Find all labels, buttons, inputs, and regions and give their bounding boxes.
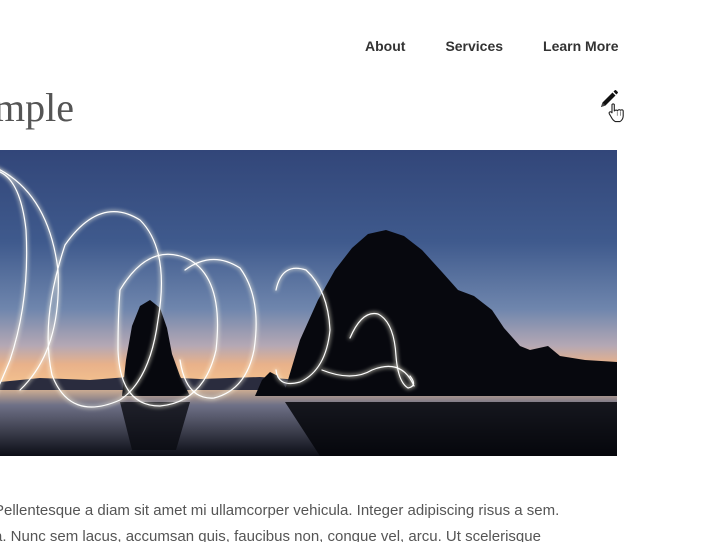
paragraph-line: Pellentesque a diam sit amet mi ullamcor… (0, 502, 560, 519)
nav-link-services[interactable]: Services (445, 37, 503, 55)
post-paragraph: Pellentesque a diam sit amet mi ullamcor… (0, 498, 634, 542)
page: About Services Learn More mple Pellentes… (0, 0, 713, 542)
main-nav: About Services Learn More (365, 37, 619, 55)
paragraph-line: a. Nunc sem lacus, accumsan quis, faucib… (0, 528, 541, 542)
nav-link-about[interactable]: About (365, 37, 405, 55)
post-title: mple (0, 85, 74, 130)
edit-post-button[interactable] (598, 90, 626, 124)
pencil-icon (601, 90, 618, 107)
hand-pointer-icon (608, 103, 624, 123)
nav-link-learn-more[interactable]: Learn More (543, 37, 618, 55)
hero-image (0, 150, 617, 456)
